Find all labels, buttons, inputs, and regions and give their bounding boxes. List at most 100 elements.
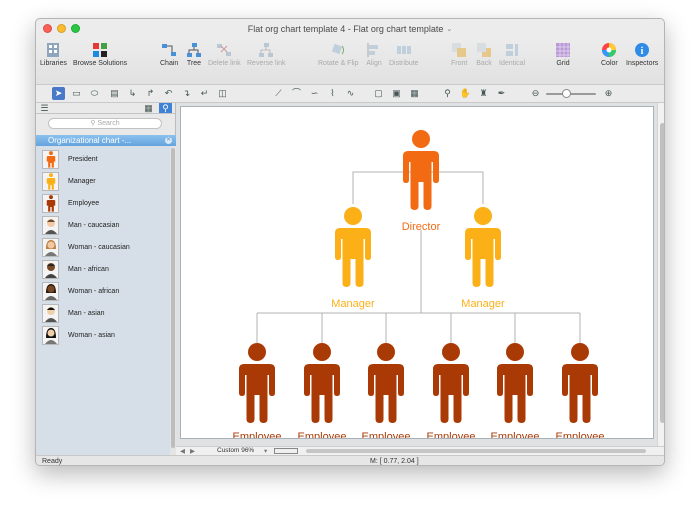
library-items: President Manager Employee Man - caucasi…	[36, 146, 170, 455]
drawing-canvas[interactable]: Director Manager Manager Employee Employ…	[176, 103, 664, 455]
chain-connector-icon[interactable]: ↵	[198, 87, 211, 100]
round-connector-icon[interactable]: ↴	[180, 87, 193, 100]
library-item-president[interactable]: President	[42, 149, 98, 169]
tree-button[interactable]: Tree	[186, 39, 202, 67]
employee-figure[interactable]	[239, 343, 275, 423]
employee-node[interactable]: Employee	[491, 343, 540, 439]
delete-link-icon	[216, 42, 232, 58]
grid-button[interactable]: Grid	[555, 39, 571, 67]
employee-node[interactable]: Employee	[233, 343, 282, 439]
search-placeholder: Search	[97, 120, 120, 127]
employee-node[interactable]: Employee	[556, 343, 605, 439]
search-icon[interactable]: ⚲	[159, 103, 172, 113]
front-button[interactable]: Front	[451, 39, 467, 67]
library-item-woman-african[interactable]: Woman - african	[42, 281, 119, 301]
align-button[interactable]: Align	[366, 39, 382, 67]
employee-node[interactable]: Employee	[362, 343, 411, 439]
grid-view-icon[interactable]: ▦	[142, 103, 155, 113]
color-wheel-icon	[601, 42, 617, 58]
employee-node[interactable]: Employee	[427, 343, 476, 439]
browse-solutions-button[interactable]: Browse Solutions	[73, 39, 127, 67]
zoom-out-icon[interactable]: ⊖	[529, 87, 542, 100]
libraries-button[interactable]: Libraries	[40, 39, 67, 67]
diagram-page[interactable]: Director Manager Manager Employee Employ…	[180, 106, 654, 439]
chain-button[interactable]: Chain	[160, 39, 178, 67]
manager-figure[interactable]	[335, 207, 371, 287]
manager-node[interactable]: Manager	[331, 207, 375, 310]
canvas-bottom-bar: ◀ ▶ Custom 96% ▾	[176, 446, 664, 455]
page-prev-icon[interactable]: ◀	[180, 447, 185, 455]
library-item-man-african[interactable]: Man - african	[42, 259, 109, 279]
employee-label: Employee	[233, 431, 282, 439]
employee-figure[interactable]	[497, 343, 533, 423]
identical-label: Identical	[499, 60, 526, 67]
inspectors-button[interactable]: i Inspectors	[626, 39, 658, 67]
reverse-link-button[interactable]: Reverse link	[247, 39, 286, 67]
director-figure[interactable]	[403, 130, 439, 210]
stamp-tool-icon[interactable]: ♜	[477, 87, 490, 100]
bezier-tool-icon[interactable]: ⌇	[326, 87, 339, 100]
zoom-tool-icon[interactable]: ⚲	[441, 87, 454, 100]
smart-connector-icon[interactable]: ↱	[144, 87, 157, 100]
employee-figure[interactable]	[368, 343, 404, 423]
library-header[interactable]: Organizational chart -... ✕	[36, 135, 176, 146]
text-tool-icon[interactable]: ▤	[108, 87, 121, 100]
identical-button[interactable]: Identical	[499, 39, 525, 67]
delete-link-button[interactable]: Delete link	[208, 39, 241, 67]
eyedropper-icon[interactable]: ✒	[495, 87, 508, 100]
library-item-man-caucasian[interactable]: Man - caucasian	[42, 215, 119, 235]
zoom-in-icon[interactable]: ⊕	[602, 87, 615, 100]
zoom-dropdown-icon[interactable]: ▾	[264, 447, 267, 455]
line-tool-icon[interactable]: ⟋	[272, 87, 285, 100]
employee-figure[interactable]	[304, 343, 340, 423]
ellipse-tool-icon[interactable]: ⬭	[88, 87, 101, 100]
close-library-icon[interactable]: ✕	[165, 137, 172, 144]
pan-tool-icon[interactable]: ✋	[459, 87, 472, 100]
format-edit-icon[interactable]: ▦	[408, 87, 421, 100]
arc-connector-icon[interactable]: ↶	[162, 87, 175, 100]
page-tool-icon[interactable]: ◫	[216, 87, 229, 100]
curve-tool-icon[interactable]: ∽	[308, 87, 321, 100]
window-title: Flat org chart template 4 - Flat org cha…	[247, 24, 444, 34]
color-label: Color	[601, 60, 618, 67]
zoom-select[interactable]: Custom 96%	[217, 447, 254, 454]
employee-figure[interactable]	[562, 343, 598, 423]
zoom-button[interactable]	[71, 24, 80, 33]
freehand-tool-icon[interactable]: ∿	[344, 87, 357, 100]
library-item-woman-asian[interactable]: Woman - asian	[42, 325, 115, 345]
horizontal-scrollbar[interactable]	[306, 449, 646, 453]
page-next-icon[interactable]: ▶	[190, 447, 195, 455]
library-item-employee[interactable]: Employee	[42, 193, 99, 213]
back-button[interactable]: Back	[476, 39, 492, 67]
rectangle-tool-icon[interactable]: ▭	[70, 87, 83, 100]
manager-figure[interactable]	[465, 207, 501, 287]
connector-tool-icon[interactable]: ↳	[126, 87, 139, 100]
shape-edit-icon[interactable]: ▢	[372, 87, 385, 100]
arc-tool-icon[interactable]: ⌒	[290, 87, 303, 100]
chevron-down-icon[interactable]: ⌄	[446, 25, 452, 33]
reverse-link-icon	[258, 42, 274, 58]
close-button[interactable]	[43, 24, 52, 33]
distribute-button[interactable]: Distribute	[389, 39, 419, 67]
pointer-tool-icon[interactable]: ➤	[52, 87, 65, 100]
employee-figure[interactable]	[433, 343, 469, 423]
manager-node[interactable]: Manager	[461, 207, 505, 310]
color-button[interactable]: Color	[601, 39, 618, 67]
library-item-man-asian[interactable]: Man - asian	[42, 303, 105, 323]
group-edit-icon[interactable]: ▣	[390, 87, 403, 100]
zoom-slider[interactable]	[546, 89, 596, 98]
director-node[interactable]: Director	[402, 130, 441, 233]
library-item-woman-caucasian[interactable]: Woman - caucasian	[42, 237, 130, 257]
bring-front-icon	[451, 42, 467, 58]
search-input[interactable]: ⚲ Search	[48, 118, 162, 129]
vertical-scrollbar[interactable]	[657, 103, 664, 455]
minimize-button[interactable]	[57, 24, 66, 33]
library-list-icon[interactable]: ☰	[38, 103, 51, 113]
page-view-icons[interactable]	[274, 448, 298, 454]
rotate-flip-button[interactable]: Rotate & Flip	[318, 39, 358, 67]
status-text: Ready	[42, 458, 63, 465]
reverse-link-label: Reverse link	[247, 60, 286, 67]
employee-node[interactable]: Employee	[298, 343, 347, 439]
library-item-label: Man - african	[68, 265, 109, 273]
library-item-manager[interactable]: Manager	[42, 171, 96, 191]
